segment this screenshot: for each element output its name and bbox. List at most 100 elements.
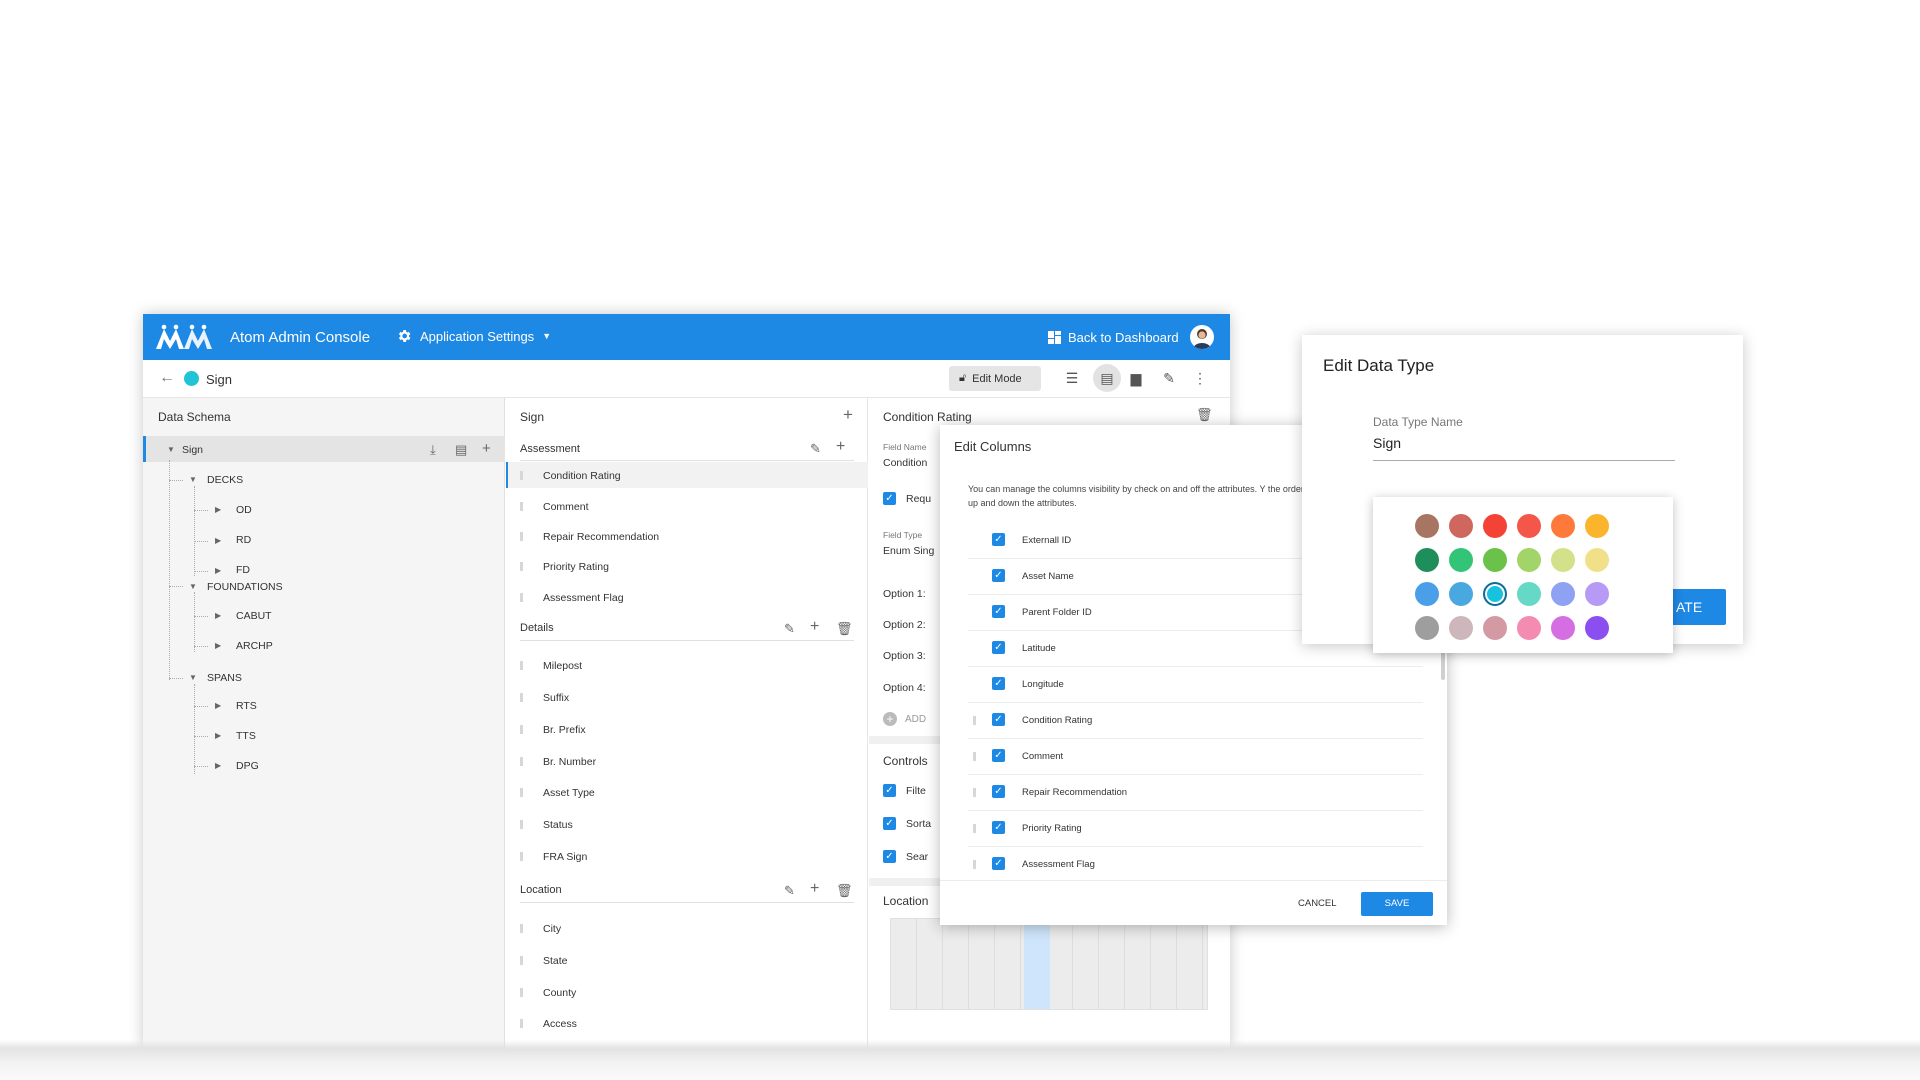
pencil-icon[interactable]: ✎ (784, 884, 795, 898)
color-swatch[interactable] (1517, 582, 1541, 606)
caret-right-icon[interactable]: ▶ (215, 566, 221, 575)
drag-handle-icon[interactable] (973, 860, 976, 869)
color-swatch[interactable] (1449, 616, 1473, 640)
cancel-button[interactable]: CANCEL (1298, 898, 1337, 909)
caret-right-icon[interactable]: ▶ (215, 761, 221, 770)
pencil-icon[interactable]: ✎ (1160, 369, 1178, 387)
add-option-button[interactable]: + ADD (883, 712, 926, 726)
tree-item-fd[interactable]: FD (236, 564, 250, 576)
color-swatch[interactable] (1551, 514, 1575, 538)
caret-down-icon[interactable]: ▼ (189, 582, 197, 591)
color-swatch[interactable] (1449, 582, 1473, 606)
column-row[interactable]: ✓ Comment (968, 739, 1423, 775)
tree-group-spans[interactable]: SPANS (207, 672, 242, 684)
column-row[interactable]: ✓ Condition Rating (968, 703, 1423, 739)
color-swatch[interactable] (1483, 582, 1507, 606)
application-settings-menu[interactable]: Application Settings ▼ (396, 328, 551, 344)
color-swatch[interactable] (1585, 514, 1609, 538)
trash-icon[interactable]: 🗑︎ (836, 884, 853, 898)
field-assessment-flag[interactable]: Assessment Flag (543, 592, 624, 604)
color-swatch[interactable] (1415, 514, 1439, 538)
column-checkbox[interactable]: ✓ (992, 605, 1005, 618)
caret-down-icon[interactable]: ▼ (167, 445, 175, 454)
drag-handle-icon[interactable] (973, 752, 976, 761)
tree-item-dpg[interactable]: DPG (236, 760, 259, 772)
sortable-checkbox[interactable]: ✓ (883, 817, 896, 830)
add-icon[interactable]: + (836, 439, 845, 455)
tree-root-label[interactable]: Sign (182, 444, 203, 456)
edit-columns-icon[interactable]: ▤ (1093, 364, 1121, 392)
caret-right-icon[interactable]: ▶ (215, 731, 221, 740)
color-swatch[interactable] (1415, 582, 1439, 606)
field-suffix[interactable]: Suffix (543, 692, 569, 704)
field-comment[interactable]: Comment (543, 501, 589, 513)
caret-right-icon[interactable]: ▶ (215, 611, 221, 620)
field-status[interactable]: Status (543, 819, 573, 831)
color-swatch[interactable] (1551, 582, 1575, 606)
color-swatch[interactable] (1585, 616, 1609, 640)
field-asset-type[interactable]: Asset Type (543, 787, 595, 799)
field-fra-sign[interactable]: FRA Sign (543, 851, 587, 863)
tree-item-od[interactable]: OD (236, 504, 252, 516)
field-condition-rating[interactable]: Condition Rating (543, 470, 621, 482)
add-icon[interactable]: + (482, 441, 491, 456)
column-checkbox[interactable]: ✓ (992, 677, 1005, 690)
field-br-prefix[interactable]: Br. Prefix (543, 724, 586, 736)
color-swatch[interactable] (1585, 582, 1609, 606)
data-type-name-input[interactable]: Sign (1373, 435, 1401, 451)
required-checkbox[interactable]: ✓ (883, 492, 896, 505)
filterable-checkbox[interactable]: ✓ (883, 784, 896, 797)
pencil-icon[interactable]: ✎ (784, 622, 795, 636)
column-row[interactable]: ✓ Longitude (968, 667, 1423, 703)
pencil-icon[interactable]: ✎ (810, 442, 821, 456)
more-vert-icon[interactable]: ⋮ (1191, 369, 1209, 387)
column-checkbox[interactable]: ✓ (992, 713, 1005, 726)
back-to-dashboard-link[interactable]: Back to Dashboard (1048, 330, 1179, 345)
add-icon[interactable]: + (843, 406, 853, 423)
edit-mode-button[interactable]: 🔓︎ Edit Mode (949, 366, 1041, 391)
list-view-icon[interactable]: ☰ (1063, 369, 1081, 387)
field-br-number[interactable]: Br. Number (543, 756, 596, 768)
color-swatch[interactable] (1483, 616, 1507, 640)
caret-right-icon[interactable]: ▶ (215, 701, 221, 710)
field-city[interactable]: City (543, 923, 561, 935)
field-access[interactable]: Access (543, 1018, 577, 1030)
color-swatch[interactable] (1449, 514, 1473, 538)
color-swatch[interactable] (1551, 548, 1575, 572)
drag-handle-icon[interactable] (973, 716, 976, 725)
column-row[interactable]: ✓ Repair Recommendation (968, 775, 1423, 811)
column-checkbox[interactable]: ✓ (992, 821, 1005, 834)
color-swatch[interactable] (1585, 548, 1609, 572)
color-swatch[interactable] (1483, 548, 1507, 572)
field-milepost[interactable]: Milepost (543, 660, 582, 672)
tree-item-rts[interactable]: RTS (236, 700, 257, 712)
field-county[interactable]: County (543, 987, 576, 999)
download-icon[interactable]: ⤓ (430, 443, 436, 457)
tree-item-tts[interactable]: TTS (236, 730, 256, 742)
column-checkbox[interactable]: ✓ (992, 533, 1005, 546)
location-map-preview[interactable] (890, 918, 1208, 1010)
color-swatch[interactable] (1517, 616, 1541, 640)
user-avatar[interactable] (1190, 325, 1214, 349)
color-swatch[interactable] (1415, 616, 1439, 640)
field-state[interactable]: State (543, 955, 568, 967)
caret-right-icon[interactable]: ▶ (215, 536, 221, 545)
drag-handle-icon[interactable] (973, 788, 976, 797)
color-swatch[interactable] (1517, 514, 1541, 538)
column-checkbox[interactable]: ✓ (992, 749, 1005, 762)
tree-item-rd[interactable]: RD (236, 534, 251, 546)
add-icon[interactable]: + (810, 619, 819, 635)
tree-group-foundations[interactable]: FOUNDATIONS (207, 581, 283, 593)
color-swatch[interactable] (1517, 548, 1541, 572)
columns-icon[interactable]: ▤ (455, 443, 467, 457)
color-swatch[interactable] (1483, 514, 1507, 538)
folder-icon[interactable]: ▆ (1127, 369, 1145, 387)
create-button[interactable]: ATE (1670, 589, 1726, 625)
color-swatch[interactable] (1415, 548, 1439, 572)
column-checkbox[interactable]: ✓ (992, 785, 1005, 798)
save-button[interactable]: SAVE (1361, 892, 1433, 916)
caret-right-icon[interactable]: ▶ (215, 641, 221, 650)
color-swatch[interactable] (1449, 548, 1473, 572)
tree-item-cabut[interactable]: CABUT (236, 610, 272, 622)
caret-down-icon[interactable]: ▼ (189, 475, 197, 484)
